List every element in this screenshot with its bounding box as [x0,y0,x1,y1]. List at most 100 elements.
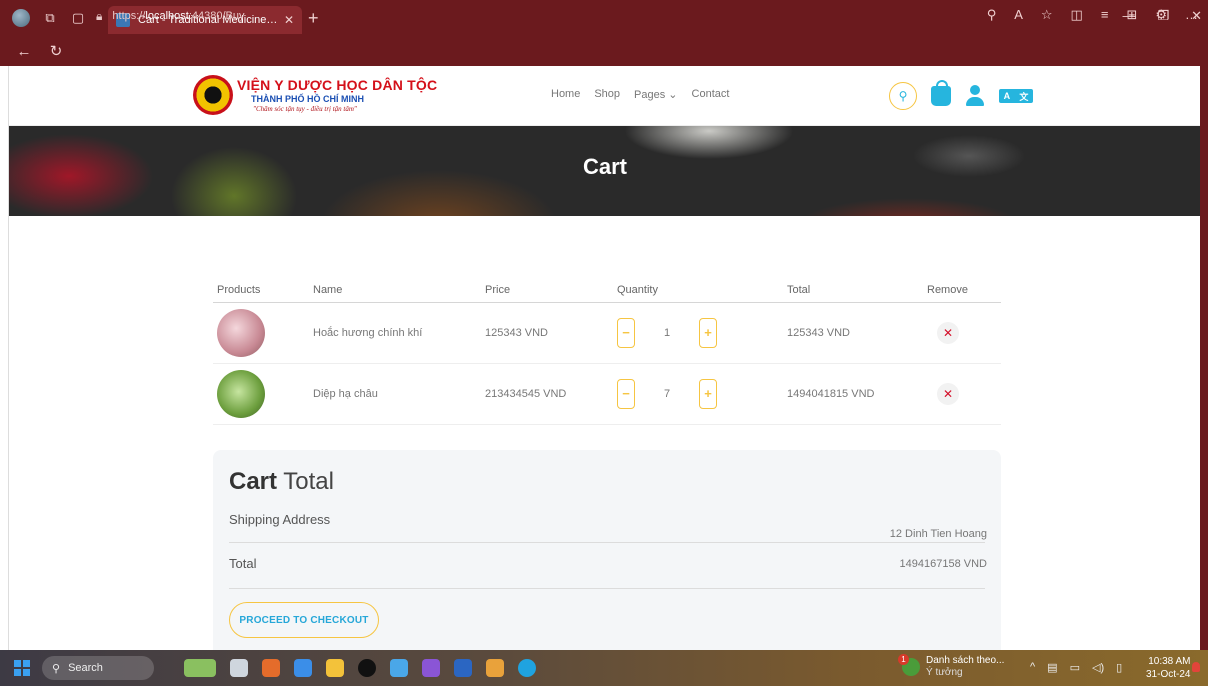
lock-icon[interactable]: 🔒︎ [96,9,102,24]
system-tray: ^ ▤ ▭ ◁) ▯ [1030,661,1122,674]
taskbar-search-label: Search [68,662,103,674]
product-name: Hoắc hương chính khí [309,302,481,364]
increase-quantity-button[interactable]: + [699,378,717,409]
nav-pages-dropdown[interactable]: Pages ⌄ [634,88,677,101]
search-icon: ⚲ [52,662,61,675]
split-screen-icon[interactable]: ◫ [1071,7,1083,23]
divider [229,588,985,589]
back-arrow-icon[interactable]: ← [16,43,32,60]
notification-bell-icon[interactable] [1192,662,1200,672]
volume-icon[interactable]: ◁) [1092,661,1104,674]
search-button[interactable]: ⚲ [889,82,917,110]
pinned-apps [184,659,536,677]
collections-icon[interactable]: ⊞ [1126,7,1137,23]
edge-icon[interactable] [518,659,536,677]
cart-total-title: Cart Total [229,468,334,496]
col-name: Name [309,278,481,303]
table-row: Hoắc hương chính khí 125343 VND − 1 + 12… [213,302,1001,364]
user-icon[interactable] [965,85,985,107]
profile-avatar[interactable] [12,9,30,27]
remove-item-button[interactable]: ✕ [937,382,959,405]
product-thumbnail[interactable] [217,369,265,418]
news-badge: 1 [898,654,909,665]
divider [229,542,985,543]
news-icon: 1 [898,654,920,676]
nav-shop[interactable]: Shop [594,88,620,101]
header-actions: ⚲ A 文 [889,80,1033,110]
file-explorer-icon[interactable] [326,659,344,677]
cart-total-title-bold: Cart [229,468,278,495]
product-price: 125343 VND [481,302,613,364]
shipping-address-label: Shipping Address [229,512,331,527]
keyboard-icon[interactable]: ▤ [1047,661,1057,674]
logo-line-1: VIỆN Y DƯỢC HỌC DÂN TỘC [237,76,438,93]
app-icon[interactable] [390,659,408,677]
table-row: Diệp hạ châu 213434545 VND − 7 + 1494041… [213,363,1001,425]
total-value: 1494167158 VND [899,558,987,570]
product-thumbnail[interactable] [217,308,265,357]
nav-contact[interactable]: Contact [692,88,730,101]
quantity-input[interactable]: 1 [635,318,699,348]
quantity-input[interactable]: 7 [635,379,699,409]
url-host: localhost [145,10,189,22]
url-scheme: https:// [112,10,146,22]
page-hero-banner: Cart [9,126,1200,216]
widget-app-icon[interactable] [184,659,216,677]
page-viewport: VIỆN Y DƯỢC HỌC DÂN TỘC THÀNH PHỐ HỒ CHÍ… [8,66,1200,650]
chevron-up-icon[interactable]: ^ [1030,661,1035,674]
decrease-quantity-button[interactable]: − [617,378,635,409]
col-remove: Remove [923,278,1001,303]
taskbar-search[interactable]: ⚲ Search [42,656,154,680]
extensions-icon[interactable]: ⚙ [1155,7,1167,23]
logo-emblem-icon [193,75,233,115]
lang-a: A [1003,91,1011,101]
nav-home[interactable]: Home [551,88,580,101]
clock-time: 10:38 AM [1148,656,1191,667]
system-clock[interactable]: 10:38 AM 31-Oct-24 [1146,656,1190,681]
tiktok-icon[interactable] [358,659,376,677]
read-aloud-icon[interactable]: A [1014,7,1023,23]
page-scrollbar[interactable] [1200,66,1208,650]
total-label: Total [229,556,257,571]
product-price: 213434545 VND [481,363,613,425]
toolbar-icons: ⚲ A ☆ ◫ ≡ ⊞ ⚙ … [987,7,1198,23]
search-icon: ⚲ [898,89,908,103]
start-button[interactable] [14,660,30,676]
task-view-icon[interactable] [230,659,248,677]
battery-icon[interactable]: ▯ [1116,661,1122,674]
remove-item-button[interactable]: ✕ [937,321,959,344]
tab-actions-icon[interactable]: ▢ [70,10,86,26]
address-bar[interactable]: 🔒︎ https:// localhost :44380/Buy [96,5,1136,27]
app-icon[interactable] [486,659,504,677]
cart-table: Products Name Price Quantity Total Remov… [213,278,1001,425]
visual-studio-icon[interactable] [422,659,440,677]
news-widget[interactable]: 1 Danh sách theo... Ý tưởng [898,654,1004,679]
clock-date: 31-Oct-24 [1146,668,1191,680]
windows-taskbar: ⚲ Search 1 Danh sách theo... Ý tưởng ^ ▤… [0,650,1208,686]
language-switch-icon[interactable]: A 文 [999,89,1033,103]
lang-zh: 文 [1019,91,1029,102]
cart-total-panel: Cart Total Shipping Address 12 Dinh Tien… [213,450,1001,650]
quantity-stepper: − 1 + [617,317,717,348]
word-icon[interactable] [454,659,472,677]
network-icon[interactable]: ▭ [1070,661,1080,674]
site-header: VIỆN Y DƯỢC HỌC DÂN TỘC THÀNH PHỐ HỒ CHÍ… [9,66,1200,126]
decrease-quantity-button[interactable]: − [617,317,635,348]
logo-slogan: "Chăm sóc tận tụy - điều trị tận tâm" [253,104,357,113]
app-icon[interactable] [294,659,312,677]
more-icon[interactable]: … [1185,7,1198,23]
favorite-star-icon[interactable]: ☆ [1041,7,1053,23]
refresh-icon[interactable]: ↻ [48,42,64,60]
workspaces-icon[interactable]: ⧉ [42,10,58,26]
favorites-icon[interactable]: ≡ [1101,7,1109,23]
app-icon[interactable] [262,659,280,677]
cart-bag-icon[interactable] [931,80,951,106]
zoom-icon[interactable]: ⚲ [987,7,997,23]
site-logo[interactable]: VIỆN Y DƯỢC HỌC DÂN TỘC THÀNH PHỐ HỒ CHÍ… [193,75,437,115]
col-quantity: Quantity [613,278,783,303]
proceed-to-checkout-button[interactable]: PROCEED TO CHECKOUT [229,602,379,638]
increase-quantity-button[interactable]: + [699,317,717,348]
col-total: Total [783,278,923,303]
logo-line-2: THÀNH PHỐ HỒ CHÍ MINH [251,93,364,104]
table-header-row: Products Name Price Quantity Total Remov… [213,278,1001,303]
